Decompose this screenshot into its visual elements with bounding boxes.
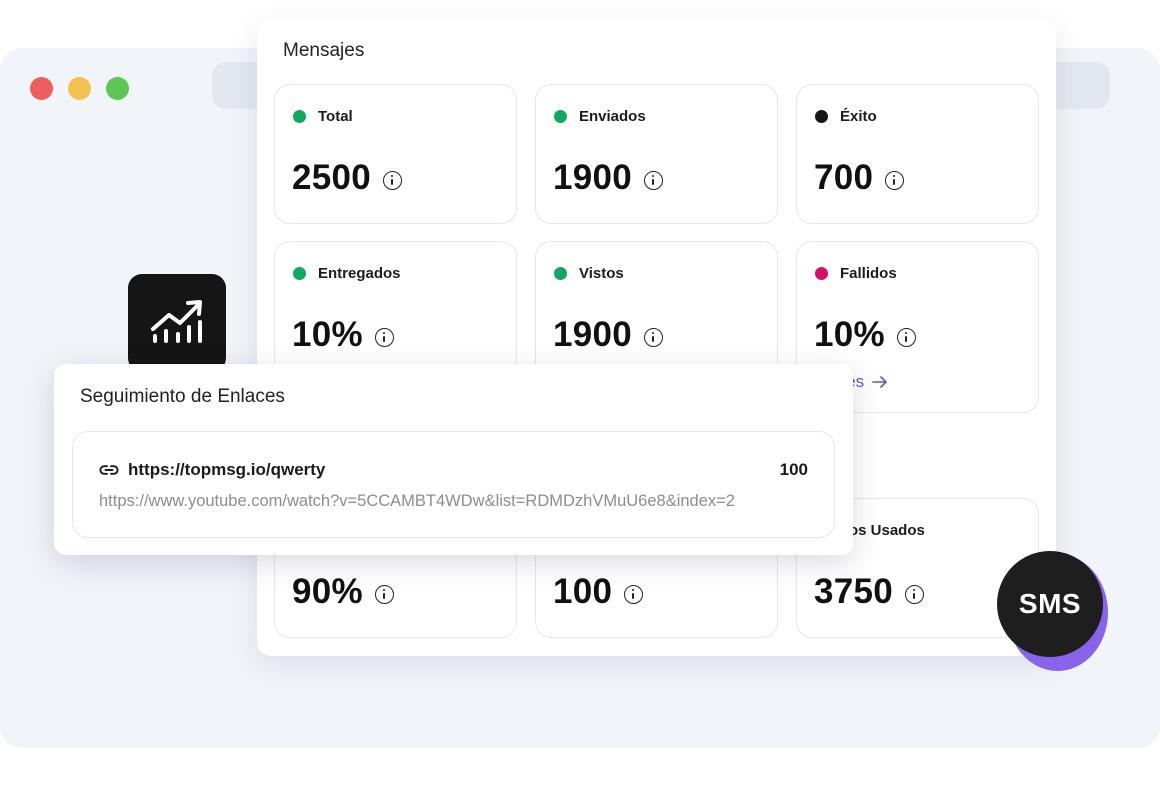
status-dot — [554, 267, 567, 280]
info-icon[interactable] — [905, 584, 925, 604]
sms-badge: SMS — [997, 551, 1103, 657]
status-dot — [554, 110, 567, 123]
tracked-link-item[interactable]: https://topmsg.io/qwerty 100 https://www… — [72, 431, 835, 538]
stat-value: 90% — [292, 572, 363, 611]
stat-value: 10% — [292, 315, 363, 354]
stat-label: Entregados — [318, 265, 401, 282]
stat-label: Éxito — [840, 108, 877, 125]
info-icon[interactable] — [644, 170, 664, 190]
stat-label: Vistos — [579, 265, 624, 282]
stat-value: 100 — [553, 572, 613, 611]
stat-value: 3750 — [814, 572, 894, 611]
stat-card-delivered: Entregados 10% — [274, 241, 517, 381]
info-icon[interactable] — [896, 327, 916, 347]
stat-value: 1900 — [553, 315, 633, 354]
stat-label: Total — [318, 108, 353, 125]
link-tracking-title: Seguimiento de Enlaces — [80, 386, 285, 407]
link-tracking-card: Seguimiento de Enlaces https://topmsg.io… — [54, 364, 853, 555]
stat-value: 700 — [814, 158, 874, 197]
analytics-tile — [128, 274, 226, 372]
status-dot — [293, 267, 306, 280]
stat-card-total: Total 2500 — [274, 84, 517, 224]
info-icon[interactable] — [624, 584, 644, 604]
panel-title: Mensajes — [283, 40, 365, 61]
window-close-dot[interactable] — [30, 77, 53, 100]
stat-label: tos Usados — [844, 522, 925, 539]
click-count: 100 — [779, 460, 808, 479]
stat-value: 1900 — [553, 158, 633, 197]
destination-url: https://www.youtube.com/watch?v=5CCAMBT4… — [99, 492, 735, 510]
window-maximize-dot[interactable] — [106, 77, 129, 100]
window-minimize-dot[interactable] — [68, 77, 91, 100]
status-dot — [293, 110, 306, 123]
stat-card-success: Éxito 700 — [796, 84, 1039, 224]
status-dot — [815, 110, 828, 123]
stat-card-seen: Vistos 1900 — [535, 241, 778, 381]
arrow-right-icon — [872, 376, 887, 388]
info-icon[interactable] — [374, 584, 394, 604]
info-icon[interactable] — [644, 327, 664, 347]
stat-label: Enviados — [579, 108, 646, 125]
info-icon[interactable] — [374, 327, 394, 347]
trending-up-chart-icon — [151, 300, 202, 343]
stat-label: Fallidos — [840, 265, 897, 282]
short-url[interactable]: https://topmsg.io/qwerty — [128, 460, 325, 480]
status-dot — [815, 267, 828, 280]
link-icon — [99, 465, 119, 475]
info-icon[interactable] — [885, 170, 905, 190]
stat-value: 2500 — [292, 158, 372, 197]
stat-value: 10% — [814, 315, 885, 354]
stat-card-sent: Enviados 1900 — [535, 84, 778, 224]
messages-panel: Mensajes Total 2500 Enviados 1900 Éxito … — [257, 19, 1056, 656]
info-icon[interactable] — [383, 170, 403, 190]
